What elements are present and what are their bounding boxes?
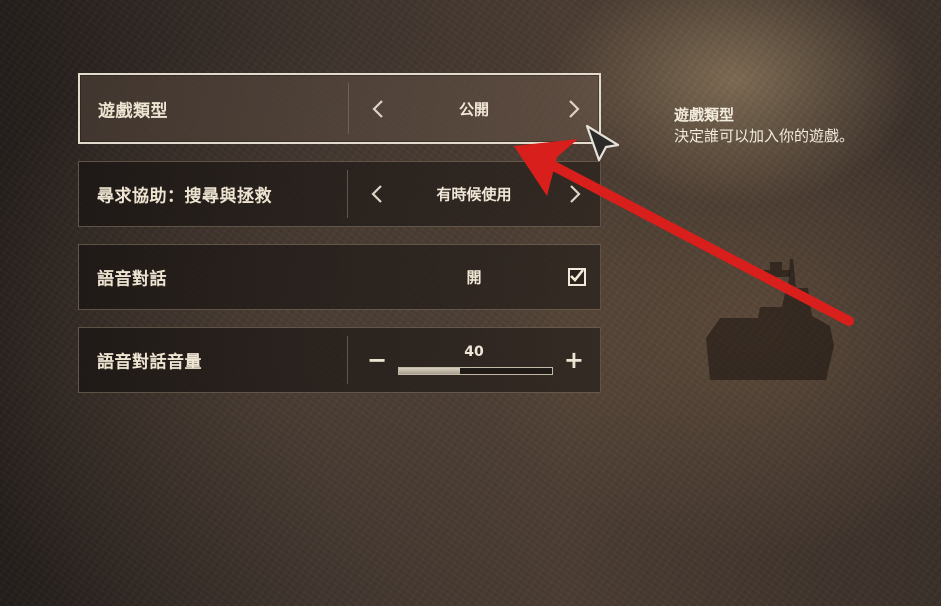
game-type-label: 遊戲類型 xyxy=(98,101,168,121)
checkmark-icon xyxy=(570,269,585,282)
voice-volume-row[interactable]: 語音對話音量 − 40 + xyxy=(78,327,601,393)
search-rescue-selector[interactable]: 有時候使用 xyxy=(348,162,600,226)
help-title: 遊戲類型 xyxy=(674,106,735,124)
volume-slider-fill xyxy=(399,368,461,374)
voice-chat-toggle[interactable]: 開 xyxy=(348,245,600,309)
voice-volume-slider-control[interactable]: − 40 + xyxy=(348,328,600,392)
search-rescue-right-button[interactable] xyxy=(563,180,587,208)
voice-chat-value: 開 xyxy=(466,268,482,287)
voice-volume-label: 語音對話音量 xyxy=(97,352,202,373)
volume-increase-button[interactable]: + xyxy=(564,348,584,372)
voice-chat-checkbox[interactable] xyxy=(568,268,586,286)
chevron-right-icon xyxy=(569,99,580,118)
help-panel: 遊戲類型 決定誰可以加入你的遊戲。 xyxy=(674,105,904,147)
game-type-row[interactable]: 遊戲類型 公開 xyxy=(78,73,601,144)
chevron-right-icon xyxy=(570,185,581,203)
search-rescue-row[interactable]: 尋求協助：搜尋與拯救 有時候使用 xyxy=(78,161,601,227)
volume-value: 40 xyxy=(464,344,484,360)
search-rescue-label: 尋求協助：搜尋與拯救 xyxy=(97,186,272,207)
voice-chat-row[interactable]: 語音對話 開 xyxy=(78,244,601,310)
voice-chat-label: 語音對話 xyxy=(97,269,167,290)
game-type-right-button[interactable] xyxy=(562,95,586,123)
volume-slider-track[interactable] xyxy=(398,367,553,375)
game-type-selector[interactable]: 公開 xyxy=(349,75,599,142)
help-description: 決定誰可以加入你的遊戲。 xyxy=(674,127,855,145)
settings-panel: 遊戲類型 公開 尋求協助：搜尋與拯救 有時候使用 語音對話 開 語音對話音量 −… xyxy=(0,0,941,606)
